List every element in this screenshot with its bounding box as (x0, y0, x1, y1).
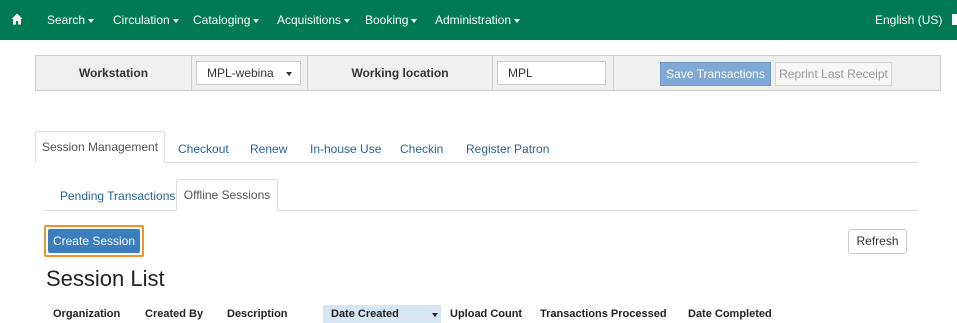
tab-offline-sessions[interactable]: Offline Sessions (176, 179, 278, 211)
dropdown-arrow-icon (286, 72, 292, 76)
col-date-created[interactable]: Date Created (331, 308, 399, 320)
tab-register-patron[interactable]: Register Patron (466, 142, 549, 156)
main-tabs-border (35, 162, 918, 163)
workstation-value: MPL-webina (207, 66, 274, 80)
menu-booking[interactable]: Booking (365, 0, 418, 40)
home-icon[interactable] (11, 13, 23, 25)
create-session-label: Create Session (48, 229, 140, 253)
tab-in-house-use[interactable]: In-house Use (310, 142, 381, 156)
caret-down-icon (344, 18, 351, 23)
col-date-completed[interactable]: Date Completed (688, 308, 772, 320)
working-location-label: Working location (351, 66, 449, 80)
create-session-button[interactable]: Create Session (44, 225, 144, 257)
page-title: Session List (46, 266, 165, 291)
save-transactions-button[interactable]: Save Transactions (660, 62, 771, 86)
tab-checkin[interactable]: Checkin (400, 142, 443, 156)
menu-cataloging[interactable]: Cataloging (193, 0, 260, 40)
divider (492, 56, 493, 90)
workstation-label: Workstation (78, 66, 149, 80)
sort-desc-icon[interactable] (432, 313, 438, 317)
caret-down-icon (411, 18, 418, 23)
col-upload-count[interactable]: Upload Count (450, 308, 522, 320)
tab-pending-transactions[interactable]: Pending Transactions (60, 189, 175, 203)
menu-administration[interactable]: Administration (435, 0, 521, 40)
caret-down-icon (253, 18, 260, 23)
caret-down-icon (88, 18, 95, 23)
tab-checkout[interactable]: Checkout (178, 142, 229, 156)
col-transactions-processed[interactable]: Transactions Processed (540, 308, 667, 320)
caret-down-icon (514, 18, 521, 23)
top-navbar: Search Circulation Cataloging Acquisitio… (0, 0, 957, 40)
working-location-input[interactable]: MPL (497, 61, 606, 85)
workstation-bar: Workstation MPL-webina Working location … (35, 55, 941, 91)
menu-acquisitions[interactable]: Acquisitions (277, 0, 351, 40)
col-organization[interactable]: Organization (53, 308, 120, 320)
divider (613, 56, 614, 90)
caret-down-icon (172, 18, 179, 23)
refresh-button[interactable]: Refresh (848, 229, 907, 254)
tab-session-management[interactable]: Session Management (35, 131, 165, 163)
tab-renew[interactable]: Renew (250, 142, 287, 156)
menu-circulation[interactable]: Circulation (113, 0, 179, 40)
col-description[interactable]: Description (227, 308, 288, 320)
flag-icon[interactable] (952, 14, 957, 25)
language-selector[interactable]: English (US) (875, 0, 942, 40)
workstation-select[interactable]: MPL-webina (196, 61, 301, 85)
menu-search[interactable]: Search (47, 0, 95, 40)
divider (191, 56, 192, 90)
col-created-by[interactable]: Created By (145, 308, 203, 320)
reprint-last-receipt-button[interactable]: Reprint Last Receipt (775, 62, 892, 86)
